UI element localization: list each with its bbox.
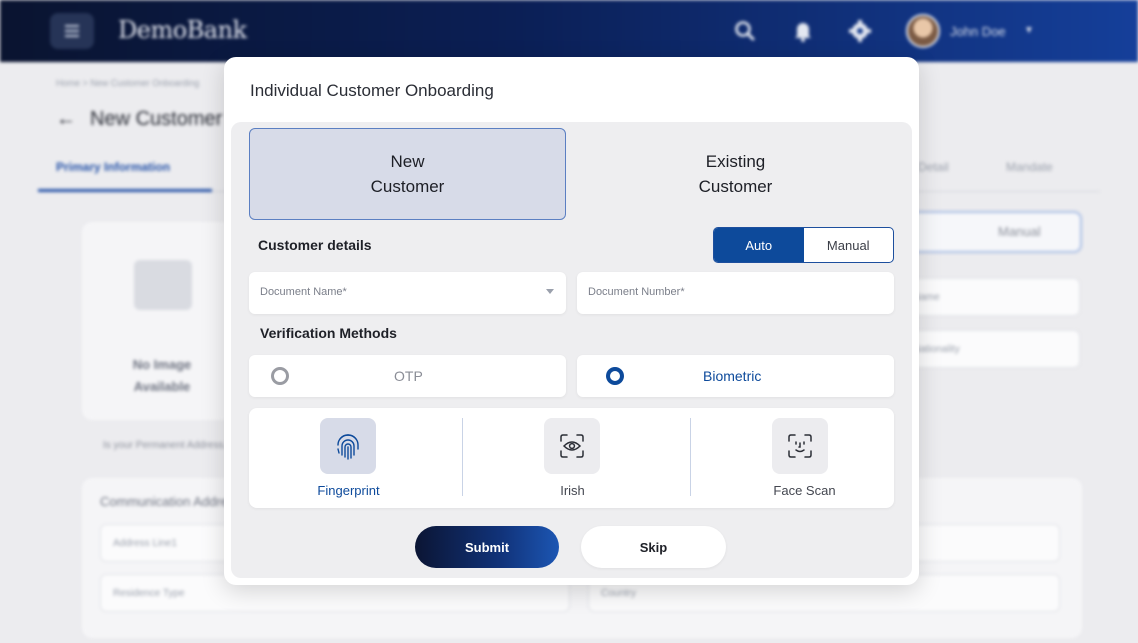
otp-radio-option[interactable]: OTP	[249, 355, 566, 397]
modal-body: New Customer Existing Customer Customer …	[231, 122, 912, 578]
face-scan-label: Face Scan	[773, 483, 836, 498]
bell-icon[interactable]	[790, 18, 816, 44]
document-number-input[interactable]: Document Number*	[577, 272, 894, 314]
modal-title: Individual Customer Onboarding	[250, 81, 494, 100]
radio-selected-icon	[606, 367, 624, 385]
fingerprint-label: Fingerprint	[317, 483, 380, 498]
radio-unselected-icon	[271, 367, 289, 385]
verification-methods-label: Verification Methods	[260, 325, 397, 341]
background-name-field[interactable]: Name	[900, 278, 1080, 316]
iris-option[interactable]: Irish	[477, 408, 692, 508]
chevron-down-icon[interactable]: ▼	[1024, 25, 1034, 36]
tab-detail[interactable]: Detail	[918, 160, 949, 174]
iris-label: Irish	[560, 483, 585, 498]
iris-icon-box	[544, 418, 600, 474]
new-customer-line1: New	[390, 152, 425, 171]
new-customer-option[interactable]: New Customer	[249, 128, 566, 220]
document-number-placeholder: Document Number*	[588, 286, 685, 298]
page-header: ← New Customer	[56, 108, 222, 131]
profile-image-card: No Image Available	[82, 222, 232, 420]
divider	[690, 418, 691, 496]
biometric-options-panel: Fingerprint Irish Face Scan	[249, 408, 894, 508]
menu-icon[interactable]	[50, 13, 94, 49]
image-placeholder-icon	[134, 260, 192, 310]
breadcrumb: Home > New Customer Onboarding	[56, 78, 200, 88]
auto-toggle-button[interactable]: Auto	[714, 228, 804, 262]
divider	[462, 418, 463, 496]
new-customer-line2: Customer	[370, 177, 445, 196]
back-arrow-icon[interactable]: ←	[56, 108, 76, 131]
skip-button[interactable]: Skip	[581, 526, 726, 568]
otp-label: OTP	[394, 368, 423, 384]
tab-primary-information[interactable]: Primary Information	[56, 160, 170, 174]
communication-address-title: Communication Address	[100, 494, 241, 509]
tab-mandate[interactable]: Mandate	[1006, 160, 1053, 174]
top-navigation-bar: DemoBank John Doe ▼	[0, 0, 1138, 62]
customer-details-label: Customer details	[258, 237, 372, 253]
mode-toggle: Auto Manual	[713, 227, 894, 263]
background-mode-toggle: Manual	[900, 211, 1082, 253]
background-manual-option[interactable]: Manual	[998, 224, 1041, 239]
existing-customer-option[interactable]: Existing Customer	[577, 128, 894, 220]
document-name-select[interactable]: Document Name*	[249, 272, 566, 314]
manual-toggle-button[interactable]: Manual	[804, 228, 894, 262]
background-nationality-field[interactable]: Nationality	[900, 330, 1080, 368]
existing-customer-line2: Customer	[698, 177, 773, 196]
fingerprint-icon	[337, 434, 359, 460]
fingerprint-option[interactable]: Fingerprint	[249, 408, 464, 508]
no-image-text: No Image Available	[132, 357, 192, 394]
brand-logo: DemoBank	[118, 16, 247, 44]
face-scan-option[interactable]: Face Scan	[705, 408, 920, 508]
page-title: New Customer	[90, 108, 223, 130]
settings-icon[interactable]	[847, 18, 873, 44]
face-scan-icon-box	[772, 418, 828, 474]
active-tab-indicator	[38, 189, 212, 192]
dropdown-caret-icon	[546, 289, 554, 294]
face-scan-icon	[788, 434, 812, 458]
document-name-placeholder: Document Name*	[260, 286, 347, 298]
fingerprint-icon-box	[320, 418, 376, 474]
biometric-label: Biometric	[703, 368, 762, 384]
existing-customer-line1: Existing	[705, 152, 766, 171]
onboarding-modal: Individual Customer Onboarding New Custo…	[224, 57, 919, 585]
permanent-address-question: Is your Permanent Address...	[103, 440, 232, 451]
avatar[interactable]	[906, 14, 940, 48]
user-name[interactable]: John Doe	[950, 24, 1006, 39]
iris-scan-icon	[560, 434, 584, 458]
biometric-radio-option[interactable]: Biometric	[577, 355, 894, 397]
submit-button[interactable]: Submit	[415, 526, 559, 568]
search-icon[interactable]	[732, 18, 758, 44]
